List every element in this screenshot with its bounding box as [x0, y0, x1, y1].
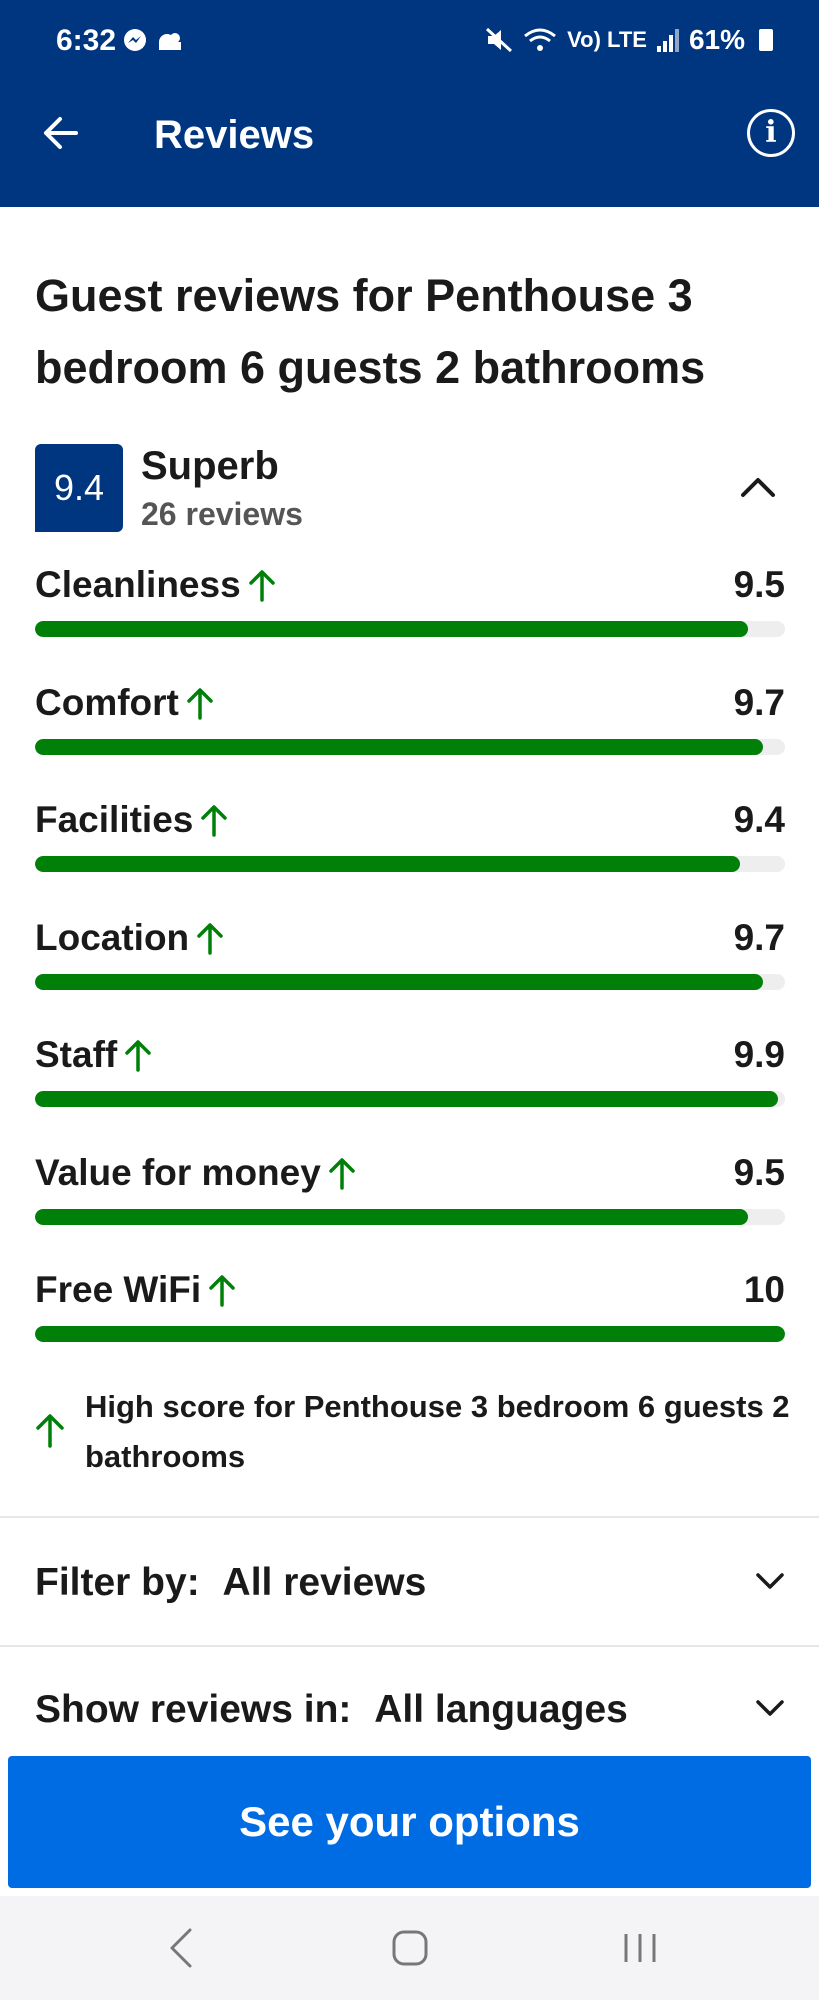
status-right: Vo) LTE 61% [485, 24, 773, 56]
score-bar-track [35, 856, 785, 872]
chevron-up-icon[interactable] [740, 475, 776, 499]
category-row: Staff 9.9 [35, 1031, 785, 1148]
category-score: 9.7 [733, 916, 785, 958]
language-label: Show reviews in: [35, 1688, 352, 1731]
mute-icon [486, 27, 513, 53]
rating-word: Superb [141, 444, 279, 488]
category-label: Cleanliness [35, 561, 277, 609]
category-name: Staff [35, 1034, 118, 1075]
score-bar-fill [35, 1091, 778, 1107]
arrow-up-icon [329, 1157, 355, 1190]
divider [0, 1645, 819, 1647]
info-icon[interactable]: i [747, 109, 795, 157]
category-row: Comfort 9.7 [35, 679, 785, 796]
score-bar-track [35, 1091, 785, 1107]
filter-label: Filter by: [35, 1561, 200, 1604]
score-bar-fill [35, 1208, 748, 1225]
status-bar: 6:32 Vo) LTE 61% [0, 0, 819, 85]
score-badge: 9.4 [35, 444, 123, 532]
arrow-up-icon [187, 687, 213, 720]
signal-icon [656, 29, 679, 52]
category-label: Free WiFi [35, 1266, 237, 1314]
review-count: 26 reviews [141, 496, 303, 532]
page-title: Reviews [154, 113, 315, 157]
score-bar-fill [35, 621, 748, 637]
arrow-up-icon [201, 805, 228, 837]
status-time: 6:32 [56, 24, 117, 57]
high-score-text: High score for Penthouse 3 bedroom 6 gue… [85, 1389, 790, 1474]
wifi-icon [524, 28, 557, 51]
notification-icons [123, 28, 185, 61]
divider [0, 1516, 819, 1518]
arrow-up-icon [197, 922, 223, 955]
category-score: 9.7 [733, 681, 785, 723]
score-bar-track [35, 738, 785, 755]
battery-icon [759, 29, 773, 51]
category-score: 9.9 [733, 1034, 785, 1075]
score-bar-track [35, 973, 785, 990]
battery-percent: 61% [688, 24, 745, 55]
category-name: Location [35, 916, 190, 958]
arrow-up-icon [36, 1414, 64, 1448]
chevron-down-icon [756, 1700, 784, 1716]
reviews-heading: Guest reviews for Penthouse 3 bedroom 6 … [35, 270, 706, 393]
filter-dropdown[interactable]: Filter by: All reviews [35, 1553, 785, 1613]
score-bar-fill [35, 856, 740, 872]
see-options-button[interactable]: See your options [8, 1756, 811, 1888]
category-row: Cleanliness 9.5 [35, 561, 785, 678]
category-name: Cleanliness [35, 564, 241, 605]
category-score: 9.5 [733, 564, 785, 605]
nav-home-icon[interactable] [390, 1926, 430, 1970]
category-name: Free WiFi [35, 1269, 202, 1310]
category-row: Free WiFi 10 [35, 1266, 785, 1383]
score-bar-fill [35, 973, 763, 990]
category-row: Value for money 9.5 [35, 1149, 785, 1266]
category-label: Location [35, 914, 225, 962]
category-label: Value for money [35, 1149, 357, 1197]
score-bar-track [35, 621, 785, 637]
nav-back-icon[interactable] [166, 1926, 196, 1970]
category-label: Comfort [35, 679, 215, 727]
app-header: 6:32 Vo) LTE 61% Reviews i [0, 0, 819, 207]
category-score: 10 [743, 1269, 785, 1310]
score-bar-track [35, 1326, 785, 1342]
category-label: Staff [35, 1031, 153, 1079]
arrow-up-icon [125, 1040, 151, 1072]
language-dropdown[interactable]: Show reviews in: All languages [35, 1680, 785, 1740]
top-app-bar: Reviews i [0, 85, 819, 207]
messenger-icon [124, 29, 181, 51]
category-name: Comfort [35, 681, 179, 723]
system-nav-bar [0, 1896, 819, 2000]
arrow-up-icon [248, 570, 275, 602]
network-type: Vo) LTE [567, 27, 647, 52]
category-score: 9.5 [733, 1151, 785, 1193]
language-value: All languages [374, 1688, 628, 1731]
filter-value: All reviews [222, 1561, 427, 1604]
category-row: Location 9.7 [35, 914, 785, 1031]
score-bar-fill [35, 1326, 785, 1342]
category-name: Facilities [35, 799, 194, 840]
category-score: 9.4 [733, 799, 785, 840]
score-bar-fill [35, 738, 763, 755]
category-label: Facilities [35, 796, 229, 844]
category-name: Value for money [35, 1151, 321, 1193]
back-arrow-icon[interactable] [40, 113, 80, 153]
score-bar-track [35, 1208, 785, 1225]
category-row: Facilities 9.4 [35, 796, 785, 913]
chevron-down-icon [756, 1573, 784, 1589]
nav-recents-icon[interactable] [620, 1926, 660, 1970]
arrow-up-icon [209, 1275, 235, 1307]
